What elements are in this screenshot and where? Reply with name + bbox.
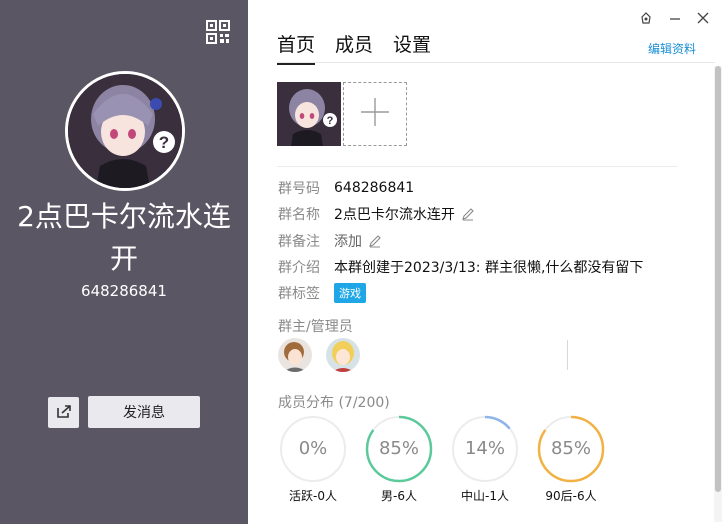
send-message-button[interactable]: 发消息 xyxy=(88,396,200,428)
tab-members[interactable]: 成员 xyxy=(335,30,373,65)
share-button[interactable] xyxy=(48,397,79,428)
group-number-text: 648286841 xyxy=(81,282,167,300)
minimize-icon[interactable] xyxy=(667,10,683,26)
stat-percent: 85% xyxy=(550,438,591,459)
group-photo-thumbnail[interactable]: ? xyxy=(277,82,341,146)
plus-icon xyxy=(359,96,391,132)
tab-settings[interactable]: 设置 xyxy=(393,30,431,65)
profile-panel: ? 2点巴卡尔流水连开 648286841 发消息 xyxy=(0,0,248,524)
tab-home[interactable]: 首页 xyxy=(277,30,316,65)
add-photo-button[interactable] xyxy=(343,82,407,146)
stat-percent: 85% xyxy=(378,438,419,459)
group-number-value: 648286841 xyxy=(334,180,415,196)
info-label: 群标签 xyxy=(278,286,320,302)
stat-percent: 14% xyxy=(464,438,505,459)
section-divider xyxy=(277,166,677,167)
stat-region: 14% 中山-1人 xyxy=(450,415,520,504)
group-intro-value: 本群创建于2023/3/13: 群主很懒,什么都没有留下 xyxy=(334,260,644,276)
stat-age: 85% 90后-6人 xyxy=(536,415,606,504)
info-label: 群号码 xyxy=(278,181,320,197)
detail-panel: 首页 成员 设置 编辑资料 ? 群号码 648286841 群名称 2点巴卡尔流… xyxy=(248,0,724,524)
info-label: 群名称 xyxy=(278,207,320,223)
info-row-number: 群号码 648286841 xyxy=(278,178,414,198)
share-icon xyxy=(56,403,72,423)
stat-male: 85% 男-6人 xyxy=(364,415,434,504)
members-distribution-title: 成员分布 (7/200) xyxy=(278,395,390,411)
admin-separator xyxy=(567,340,568,370)
tab-bar: 首页 成员 设置 xyxy=(277,30,431,65)
group-name-value: 2点巴卡尔流水连开 xyxy=(334,207,455,223)
group-name-title: 2点巴卡尔流水连开 xyxy=(17,200,231,275)
info-label: 群备注 xyxy=(278,234,320,250)
add-remark-link[interactable]: 添加 xyxy=(334,231,362,251)
info-row-remark: 群备注 添加 xyxy=(278,231,382,251)
admins-title: 群主/管理员 xyxy=(278,319,353,335)
stat-label: 活跃-0人 xyxy=(289,489,337,503)
admin-avatar[interactable] xyxy=(326,338,360,372)
scrollbar-thumb[interactable] xyxy=(715,66,721,492)
edit-name-icon[interactable] xyxy=(461,207,475,221)
stat-label: 男-6人 xyxy=(381,489,417,503)
svg-text:?: ? xyxy=(327,115,334,127)
info-row-name: 群名称 2点巴卡尔流水连开 xyxy=(278,204,475,224)
info-label: 群介绍 xyxy=(278,260,320,276)
close-icon[interactable] xyxy=(695,10,711,26)
info-row-tag: 群标签 游戏 xyxy=(278,283,366,303)
svg-text:?: ? xyxy=(159,133,169,152)
stat-percent: 0% xyxy=(298,438,328,459)
info-row-intro: 群介绍 本群创建于2023/3/13: 群主很懒,什么都没有留下 xyxy=(278,257,643,277)
owner-avatar[interactable] xyxy=(278,338,312,372)
stat-label: 中山-1人 xyxy=(461,489,509,503)
stat-label: 90后-6人 xyxy=(545,489,597,503)
skin-icon[interactable] xyxy=(638,10,654,26)
group-tag-badge[interactable]: 游戏 xyxy=(334,283,366,303)
stat-active: 0% 活跃-0人 xyxy=(278,415,348,504)
edit-profile-link[interactable]: 编辑资料 xyxy=(648,40,696,57)
qr-code-icon[interactable] xyxy=(206,20,230,44)
edit-remark-icon[interactable] xyxy=(368,234,382,248)
group-avatar[interactable]: ? xyxy=(65,71,185,191)
tab-divider xyxy=(277,62,715,63)
